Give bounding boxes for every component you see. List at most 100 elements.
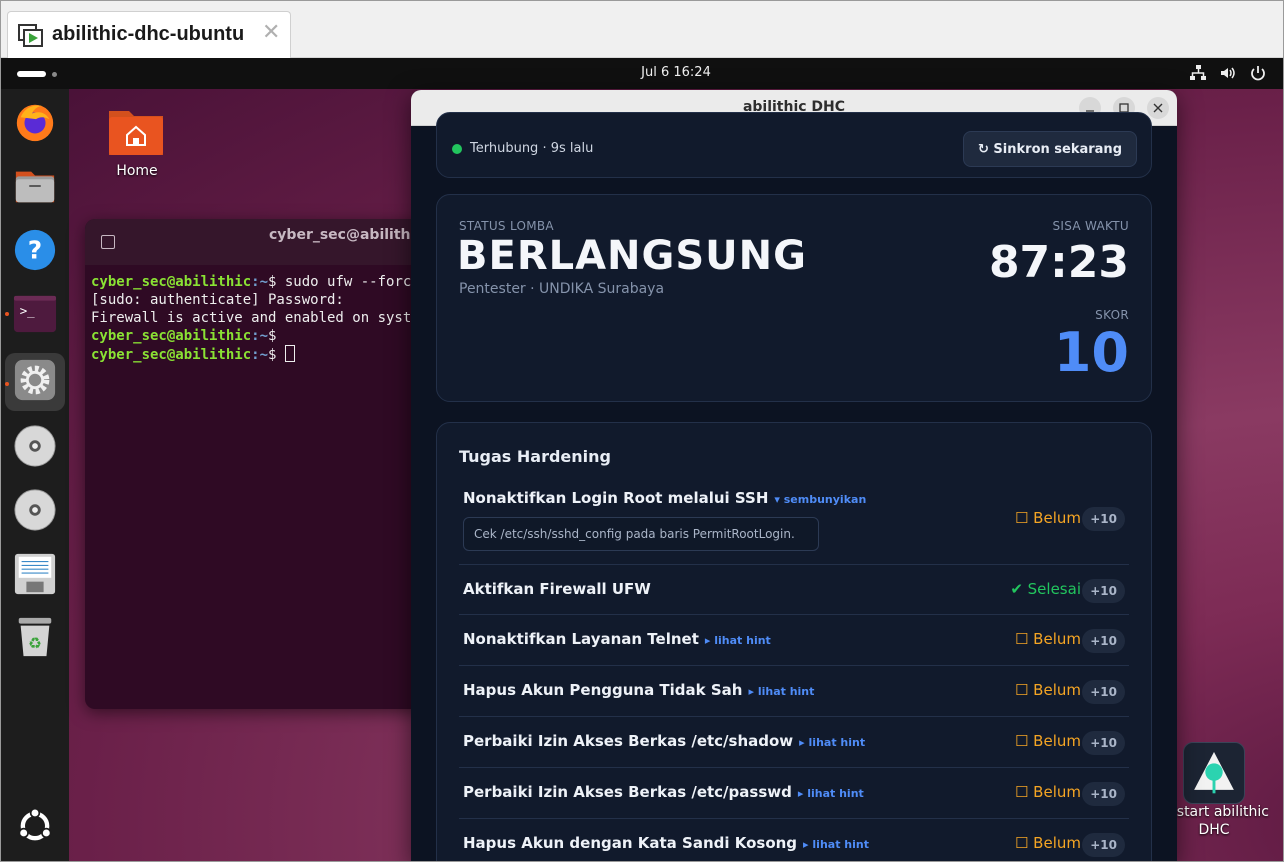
show-apps-icon[interactable] bbox=[12, 803, 58, 849]
tasks-heading: Tugas Hardening bbox=[459, 447, 611, 466]
hint-toggle[interactable]: ▸ lihat hint bbox=[799, 736, 865, 749]
task-points: +10 bbox=[1082, 680, 1125, 704]
terminal-line: cyber_sec@abilithic:~$ sudo ufw --force bbox=[91, 274, 420, 290]
task-name-wrap: Perbaiki Izin Akses Berkas /etc/shadow ▸ … bbox=[463, 732, 865, 750]
trash-icon[interactable]: ♻ bbox=[12, 615, 58, 661]
close-button[interactable] bbox=[1147, 97, 1169, 119]
status-value: BERLANGSUNG bbox=[457, 233, 807, 279]
task-name: Perbaiki Izin Akses Berkas /etc/shadow bbox=[463, 732, 794, 750]
hint-text: Cek /etc/ssh/sshd_config pada baris Perm… bbox=[463, 517, 819, 551]
task-status: ☐ Belum bbox=[1014, 509, 1081, 527]
system-tray[interactable] bbox=[1189, 64, 1267, 82]
svg-text:>_: >_ bbox=[20, 303, 35, 318]
terminal-line: cyber_sec@abilithic:~$ bbox=[91, 345, 419, 364]
hint-toggle[interactable]: ▾ sembunyikan bbox=[774, 493, 866, 506]
terminal-output[interactable]: cyber_sec@abilithic:~$ sudo ufw --force [… bbox=[85, 265, 425, 372]
terminal-icon[interactable]: >_ bbox=[12, 291, 58, 337]
status-label: STATUS LOMBA bbox=[459, 219, 554, 233]
task-name: Aktifkan Firewall UFW bbox=[463, 580, 651, 598]
task-item: Aktifkan Firewall UFW ✔ Selesai +10 bbox=[459, 565, 1129, 615]
task-status: ☐ Belum bbox=[1014, 834, 1081, 852]
running-indicator bbox=[5, 312, 9, 316]
task-status: ☐ Belum bbox=[1014, 732, 1081, 750]
task-name: Hapus Akun dengan Kata Sandi Kosong bbox=[463, 834, 798, 852]
time-label: SISA WAKTU bbox=[1052, 219, 1129, 233]
dhc-app-window: abilithic DHC Terhubung · 9s lalu ↻ Sink… bbox=[411, 90, 1177, 861]
task-points: +10 bbox=[1082, 782, 1125, 806]
vm-display-icon bbox=[18, 24, 43, 47]
terminal-window[interactable]: cyber_sec@abilithic: cyber_sec@abilithic… bbox=[85, 219, 425, 709]
task-points: +10 bbox=[1082, 579, 1125, 603]
dvd-drive-icon[interactable] bbox=[12, 423, 58, 469]
task-points: +10 bbox=[1082, 629, 1125, 653]
task-name-wrap: Hapus Akun dengan Kata Sandi Kosong ▸ lih… bbox=[463, 834, 869, 852]
help-icon[interactable]: ? bbox=[12, 227, 58, 273]
power-icon[interactable] bbox=[1249, 64, 1267, 82]
competition-status-card: STATUS LOMBA BERLANGSUNG Pentester · UND… bbox=[436, 194, 1152, 402]
task-name: Hapus Akun Pengguna Tidak Sah bbox=[463, 681, 743, 699]
settings-icon[interactable] bbox=[12, 357, 58, 403]
close-icon bbox=[1153, 103, 1163, 113]
connection-status-dot bbox=[452, 144, 462, 154]
files-icon[interactable] bbox=[12, 163, 58, 209]
task-name-wrap: Nonaktifkan Login Root melalui SSH ▾ semb… bbox=[463, 489, 866, 507]
dhc-launcher-icon[interactable] bbox=[1183, 742, 1245, 804]
viewer-tab-title: abilithic-dhc-ubuntu bbox=[52, 23, 245, 45]
terminal-line: Firewall is active and enabled on system bbox=[91, 310, 425, 326]
task-points: +10 bbox=[1082, 833, 1125, 857]
vm-viewer-window: abilithic-dhc-ubuntu ✕ Jul 6 16:24 Home bbox=[0, 0, 1284, 862]
terminal-line: [sudo: authenticate] Password: bbox=[91, 292, 344, 308]
time-remaining: 87:23 bbox=[988, 237, 1129, 288]
connection-card: Terhubung · 9s lalu ↻ Sinkron sekarang bbox=[436, 112, 1152, 178]
task-name-wrap: Nonaktifkan Layanan Telnet ▸ lihat hint bbox=[463, 630, 771, 648]
app-content: Terhubung · 9s lalu ↻ Sinkron sekarang S… bbox=[411, 112, 1177, 861]
task-status: ☐ Belum bbox=[1014, 783, 1081, 801]
clock[interactable]: Jul 6 16:24 bbox=[1, 65, 1283, 80]
terminal-header: cyber_sec@abilithic: bbox=[85, 219, 425, 265]
task-item: Nonaktifkan Login Root melalui SSH ▾ semb… bbox=[459, 485, 1129, 565]
gnome-top-bar: Jul 6 16:24 bbox=[1, 58, 1283, 89]
task-name: Perbaiki Izin Akses Berkas /etc/passwd bbox=[463, 783, 792, 801]
hint-toggle[interactable]: ▸ lihat hint bbox=[705, 634, 771, 647]
task-item: Hapus Akun dengan Kata Sandi Kosong ▸ lih… bbox=[459, 819, 1129, 861]
firefox-icon[interactable] bbox=[12, 99, 58, 145]
close-tab-icon[interactable]: ✕ bbox=[262, 20, 280, 45]
task-points: +10 bbox=[1082, 507, 1125, 531]
volume-icon[interactable] bbox=[1219, 64, 1237, 82]
task-status: ✔ Selesai bbox=[1010, 580, 1081, 598]
score-value: 10 bbox=[1053, 321, 1129, 384]
team-info: Pentester · UNDIKA Surabaya bbox=[459, 281, 665, 297]
text-cursor bbox=[284, 345, 295, 362]
viewer-tab[interactable]: abilithic-dhc-ubuntu ✕ bbox=[7, 11, 291, 58]
ubuntu-dock: ? >_ ♻ bbox=[1, 89, 69, 861]
text-editor-icon[interactable] bbox=[12, 551, 58, 597]
dvd-drive-icon[interactable] bbox=[12, 487, 58, 533]
task-status: ☐ Belum bbox=[1014, 681, 1081, 699]
task-name-wrap: Perbaiki Izin Akses Berkas /etc/passwd ▸ … bbox=[463, 783, 864, 801]
terminal-title: cyber_sec@abilithic: bbox=[269, 227, 425, 243]
hint-toggle[interactable]: ▸ lihat hint bbox=[798, 787, 864, 800]
connection-status-text: Terhubung · 9s lalu bbox=[470, 141, 594, 156]
task-item: Perbaiki Izin Akses Berkas /etc/passwd ▸ … bbox=[459, 768, 1129, 819]
task-name: Nonaktifkan Login Root melalui SSH bbox=[463, 489, 769, 507]
running-indicator bbox=[5, 382, 9, 386]
new-tab-icon[interactable] bbox=[101, 235, 115, 249]
task-points: +10 bbox=[1082, 731, 1125, 755]
network-icon[interactable] bbox=[1189, 64, 1207, 82]
home-folder-icon[interactable] bbox=[107, 105, 165, 157]
hint-toggle[interactable]: ▸ lihat hint bbox=[803, 838, 869, 851]
hint-toggle[interactable]: ▸ lihat hint bbox=[748, 685, 814, 698]
home-folder-label[interactable]: Home bbox=[99, 163, 175, 179]
task-item: Perbaiki Izin Akses Berkas /etc/shadow ▸ … bbox=[459, 717, 1129, 768]
task-status: ☐ Belum bbox=[1014, 630, 1081, 648]
sync-now-button[interactable]: ↻ Sinkron sekarang bbox=[963, 131, 1137, 167]
score-label: SKOR bbox=[1095, 308, 1129, 322]
task-name-wrap: Hapus Akun Pengguna Tidak Sah ▸ lihat hin… bbox=[463, 681, 814, 699]
hardening-tasks-card: Tugas Hardening Nonaktifkan Login Root m… bbox=[436, 422, 1152, 861]
viewer-tab-bar: abilithic-dhc-ubuntu ✕ bbox=[1, 1, 1283, 58]
svg-text:?: ? bbox=[28, 236, 42, 265]
svg-text:♻: ♻ bbox=[28, 635, 42, 653]
task-item: Nonaktifkan Layanan Telnet ▸ lihat hint ☐… bbox=[459, 615, 1129, 666]
terminal-line: cyber_sec@abilithic:~$ bbox=[91, 328, 277, 344]
task-name: Nonaktifkan Layanan Telnet bbox=[463, 630, 699, 648]
